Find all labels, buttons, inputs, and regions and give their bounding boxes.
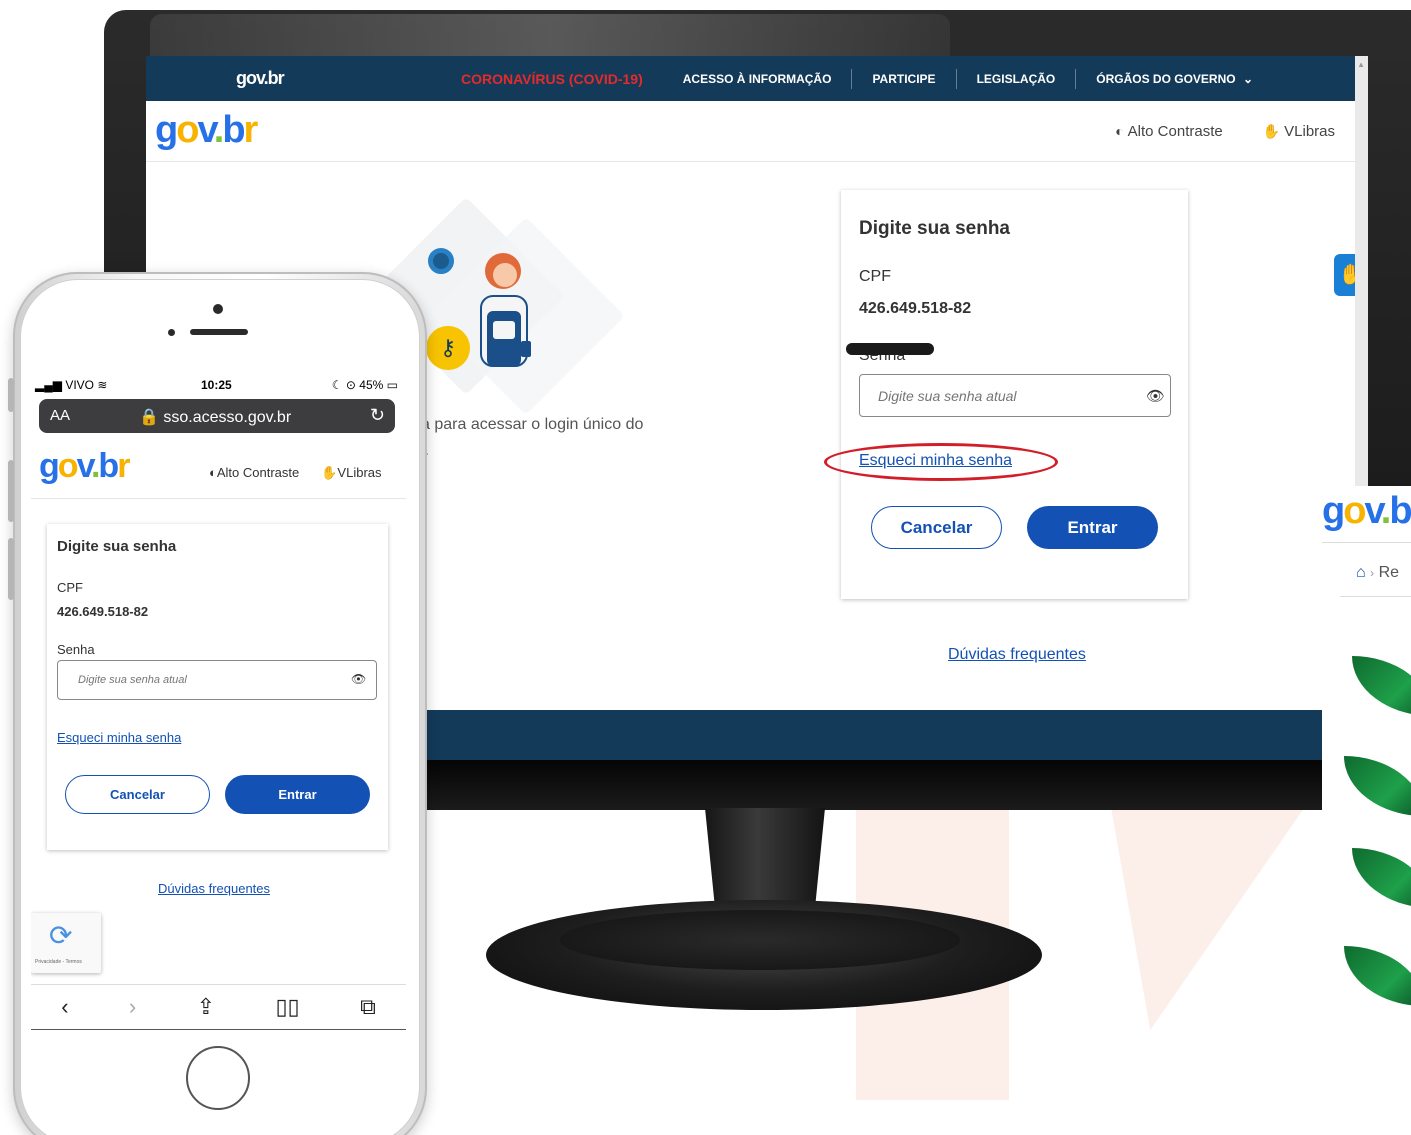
wifi-icon: ≋ [97,378,108,392]
forgot-password-link[interactable]: Esqueci minha senha [859,452,1012,470]
key-icon: ⚷ [426,326,470,370]
faq-link[interactable]: Dúvidas frequentes [158,881,270,896]
battery: ☾ ⊙ 45% ▭ [331,378,398,392]
redaction-bar [846,343,934,355]
front-camera [213,304,223,314]
side-window: gov.b ⌂ › Re [1322,486,1411,1026]
phone-volume-up [8,460,14,522]
cpf-label: CPF [859,268,891,285]
cpf-label: CPF [57,580,83,595]
chevron-down-icon: ⌄ [1242,71,1253,86]
home-icon[interactable]: ⌂ [1356,564,1366,581]
decorative-peach-triangle [1109,800,1351,1030]
card-title: Digite sua senha [859,218,1010,239]
clock: 10:25 [201,378,232,392]
status-bar: ▂▄▆ VIVO ≋ 10:25 ☾ ⊙ 45% ▭ [31,372,406,398]
senha-label: Senha [57,642,95,657]
intro-text: a para acessar o login único do [421,416,644,433]
eye-icon[interactable]: 👁 [351,672,366,686]
nav-orgaos-governo[interactable]: ÓRGÃOS DO GOVERNO ⌄ [1076,69,1273,89]
accessibility-tools: ◐Alto Contraste ✋VLibras [1115,123,1335,140]
bookmarks-icon[interactable]: ▯▯ [275,994,299,1020]
password-card: Digite sua senha CPF 426.649.518-82 Senh… [47,524,388,850]
password-card: Digite sua senha CPF 426.649.518-82 Senh… [824,190,1188,599]
govbr-logo[interactable]: gov.br [39,447,130,486]
alto-contraste-button[interactable]: ◐Alto Contraste [1115,123,1223,140]
eye-icon[interactable]: 👁 [1146,387,1165,405]
scroll-up-icon[interactable]: ▲ [1357,60,1365,69]
gov-topbar: gov.br CORONAVÍRUS (COVID-19) ACESSO À I… [146,56,1368,101]
govbr-logo[interactable]: gov.br [155,109,258,152]
moon-icon: ☾ [331,378,343,392]
password-input[interactable] [57,660,377,700]
enter-button[interactable]: Entrar [1027,506,1158,549]
earpiece-speaker [190,329,248,335]
card-title: Digite sua senha [57,538,177,555]
cancel-button[interactable]: Cancelar [65,775,210,814]
breadcrumb-separator: › [1370,566,1375,580]
tabs-icon[interactable]: ⧉ [360,994,376,1020]
composite-scene: gov.br CORONAVÍRUS (COVID-19) ACESSO À I… [0,0,1411,1135]
site-header: gov.br ◐ Alto Contraste ✋ VLibras [146,101,1355,162]
share-icon[interactable]: ⇪ [197,994,215,1020]
contrast-icon: ◐ [1115,123,1124,139]
monitor-stand-top [560,910,960,970]
enter-button[interactable]: Entrar [225,775,370,814]
decorative-leaf [1344,946,1411,1006]
nav-legislacao[interactable]: LEGISLAÇÃO [957,68,1077,89]
vlibras-button[interactable]: ✋VLibras [1263,123,1335,140]
back-icon[interactable]: ‹ [61,994,68,1020]
monitor-glare [150,14,950,58]
cpf-value: 426.649.518-82 [859,300,972,317]
phone-mute-switch [8,378,14,412]
password-input[interactable] [859,374,1171,417]
govbr-logo[interactable]: gov.b [1322,490,1411,533]
carrier: ▂▄▆ VIVO ≋ [35,378,108,392]
divider [1322,542,1411,543]
reload-icon[interactable]: ↻ [370,405,385,426]
topbar-brand[interactable]: gov.br [236,68,285,89]
text-size-button[interactable]: AA [50,407,70,424]
home-button[interactable] [186,1046,250,1110]
recaptcha-badge[interactable]: ⟳ Privacidade - Termos [31,913,101,973]
breadcrumb-item[interactable]: Re [1379,564,1399,581]
contrast-icon: ◐ [209,465,217,480]
illustration-bubble [428,248,454,274]
phone-site-header: gov.br ◐Alto Contraste ✋VLibras [31,443,406,499]
illustration-person [480,253,531,367]
alto-contraste-button[interactable]: ◐Alto Contraste [209,465,299,481]
breadcrumb: ⌂ › Re [1356,564,1399,582]
divider [1340,596,1411,597]
battery-icon: ▭ [386,378,398,392]
forgot-password-link[interactable]: Esqueci minha senha [57,730,181,745]
signal-icon: ▂▄▆ [35,378,62,392]
cpf-value: 426.649.518-82 [57,604,149,619]
nav-acesso-informacao[interactable]: ACESSO À INFORMAÇÃO [663,68,853,89]
proximity-sensor [168,329,175,336]
vlibras-button[interactable]: ✋VLibras [321,465,381,481]
forward-icon[interactable]: › [129,994,136,1020]
accessibility-tools: ◐Alto Contraste ✋VLibras [209,465,382,481]
decorative-leaf [1352,656,1411,716]
vlibras-hand-icon: ✋ [1262,123,1281,139]
recaptcha-terms[interactable]: Privacidade - Termos [35,959,82,965]
cancel-button[interactable]: Cancelar [871,506,1002,549]
url-text[interactable]: 🔒 sso.acesso.gov.br [139,407,291,427]
recaptcha-icon: ⟳ [49,920,73,951]
lock-icon: 🔒 [139,409,159,426]
phone-screen: ▂▄▆ VIVO ≋ 10:25 ☾ ⊙ 45% ▭ AA 🔒 sso.aces… [31,372,406,1032]
orientation-lock-icon: ⊙ [345,378,356,392]
safari-toolbar: ‹ › ⇪ ▯▯ ⧉ [31,984,406,1030]
topbar-nav: CORONAVÍRUS (COVID-19) ACESSO À INFORMAÇ… [441,56,1273,101]
nav-participe[interactable]: PARTICIPE [852,68,957,89]
faq-link[interactable]: Dúvidas frequentes [948,646,1086,664]
safari-url-bar[interactable]: AA 🔒 sso.acesso.gov.br ↻ [39,399,395,433]
decorative-leaf [1352,848,1411,908]
vlibras-hand-icon: ✋ [321,465,338,480]
nav-covid[interactable]: CORONAVÍRUS (COVID-19) [441,69,663,89]
nav-orgaos-label: ÓRGÃOS DO GOVERNO [1096,71,1236,86]
decorative-leaf [1344,756,1411,816]
phone-volume-down [8,538,14,600]
